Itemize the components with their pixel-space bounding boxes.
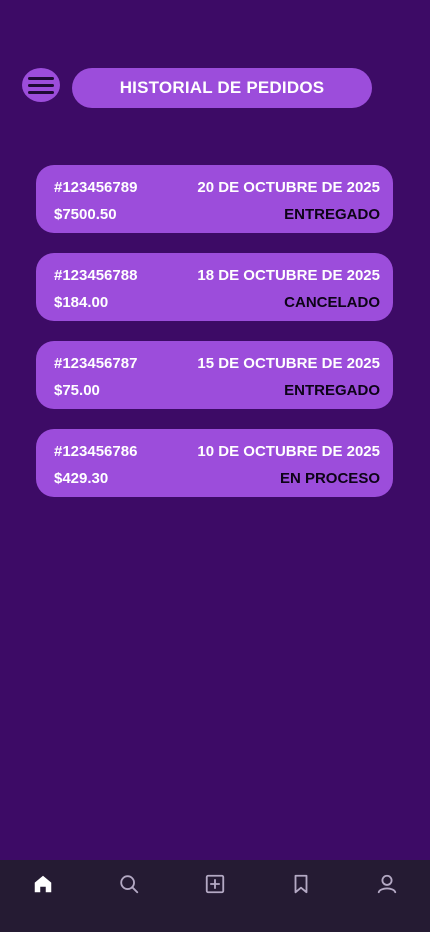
order-id: #123456789: [54, 178, 138, 196]
order-id: #123456786: [54, 442, 138, 460]
order-top-row: #123456788 18 DE OCTUBRE DE 2025: [54, 265, 380, 285]
order-bottom-row: $429.30 EN PROCESO: [54, 468, 380, 488]
order-id: #123456787: [54, 354, 138, 372]
nav-profile[interactable]: [363, 872, 411, 920]
order-bottom-row: $75.00 ENTREGADO: [54, 380, 380, 400]
search-icon: [120, 875, 139, 894]
nav-search[interactable]: [105, 872, 153, 920]
order-status: CANCELADO: [284, 293, 380, 311]
bottom-nav: [0, 860, 430, 932]
order-status: ENTREGADO: [284, 381, 380, 399]
bookmark-icon: [294, 874, 308, 894]
nav-home[interactable]: [19, 872, 67, 920]
order-top-row: #123456787 15 DE OCTUBRE DE 2025: [54, 353, 380, 373]
order-status: ENTREGADO: [284, 205, 380, 223]
orders-list: #123456789 20 DE OCTUBRE DE 2025 $7500.5…: [36, 165, 393, 517]
profile-icon: [377, 874, 397, 894]
order-date: 20 DE OCTUBRE DE 2025: [197, 178, 380, 196]
order-bottom-row: $184.00 CANCELADO: [54, 292, 380, 312]
order-date: 15 DE OCTUBRE DE 2025: [197, 354, 380, 372]
nav-add[interactable]: [191, 872, 239, 920]
home-icon: [34, 875, 52, 893]
nav-bookmarks[interactable]: [277, 872, 325, 920]
menu-button[interactable]: [22, 68, 60, 102]
order-top-row: #123456786 10 DE OCTUBRE DE 2025: [54, 441, 380, 461]
hamburger-menu-icon: [28, 76, 54, 80]
order-card[interactable]: #123456787 15 DE OCTUBRE DE 2025 $75.00 …: [36, 341, 393, 409]
order-card[interactable]: #123456788 18 DE OCTUBRE DE 2025 $184.00…: [36, 253, 393, 321]
hamburger-menu-icon-bar: [28, 90, 54, 94]
order-date: 10 DE OCTUBRE DE 2025: [197, 442, 380, 460]
order-total: $184.00: [54, 293, 109, 311]
add-square-icon: [205, 874, 225, 894]
order-status: EN PROCESO: [279, 469, 380, 487]
order-card[interactable]: #123456789 20 DE OCTUBRE DE 2025 $7500.5…: [36, 165, 393, 233]
page-title: HISTORIAL DE PEDIDOS: [72, 68, 372, 108]
order-id: #123456788: [54, 266, 138, 284]
order-date: 18 DE OCTUBRE DE 2025: [197, 266, 380, 284]
order-total: $75.00: [54, 381, 100, 399]
order-card[interactable]: #123456786 10 DE OCTUBRE DE 2025 $429.30…: [36, 429, 393, 497]
order-total: $429.30: [54, 469, 109, 487]
order-bottom-row: $7500.50 ENTREGADO: [54, 204, 380, 224]
hamburger-menu-icon-bar: [28, 83, 54, 87]
order-top-row: #123456789 20 DE OCTUBRE DE 2025: [54, 177, 380, 197]
order-total: $7500.50: [54, 205, 117, 223]
